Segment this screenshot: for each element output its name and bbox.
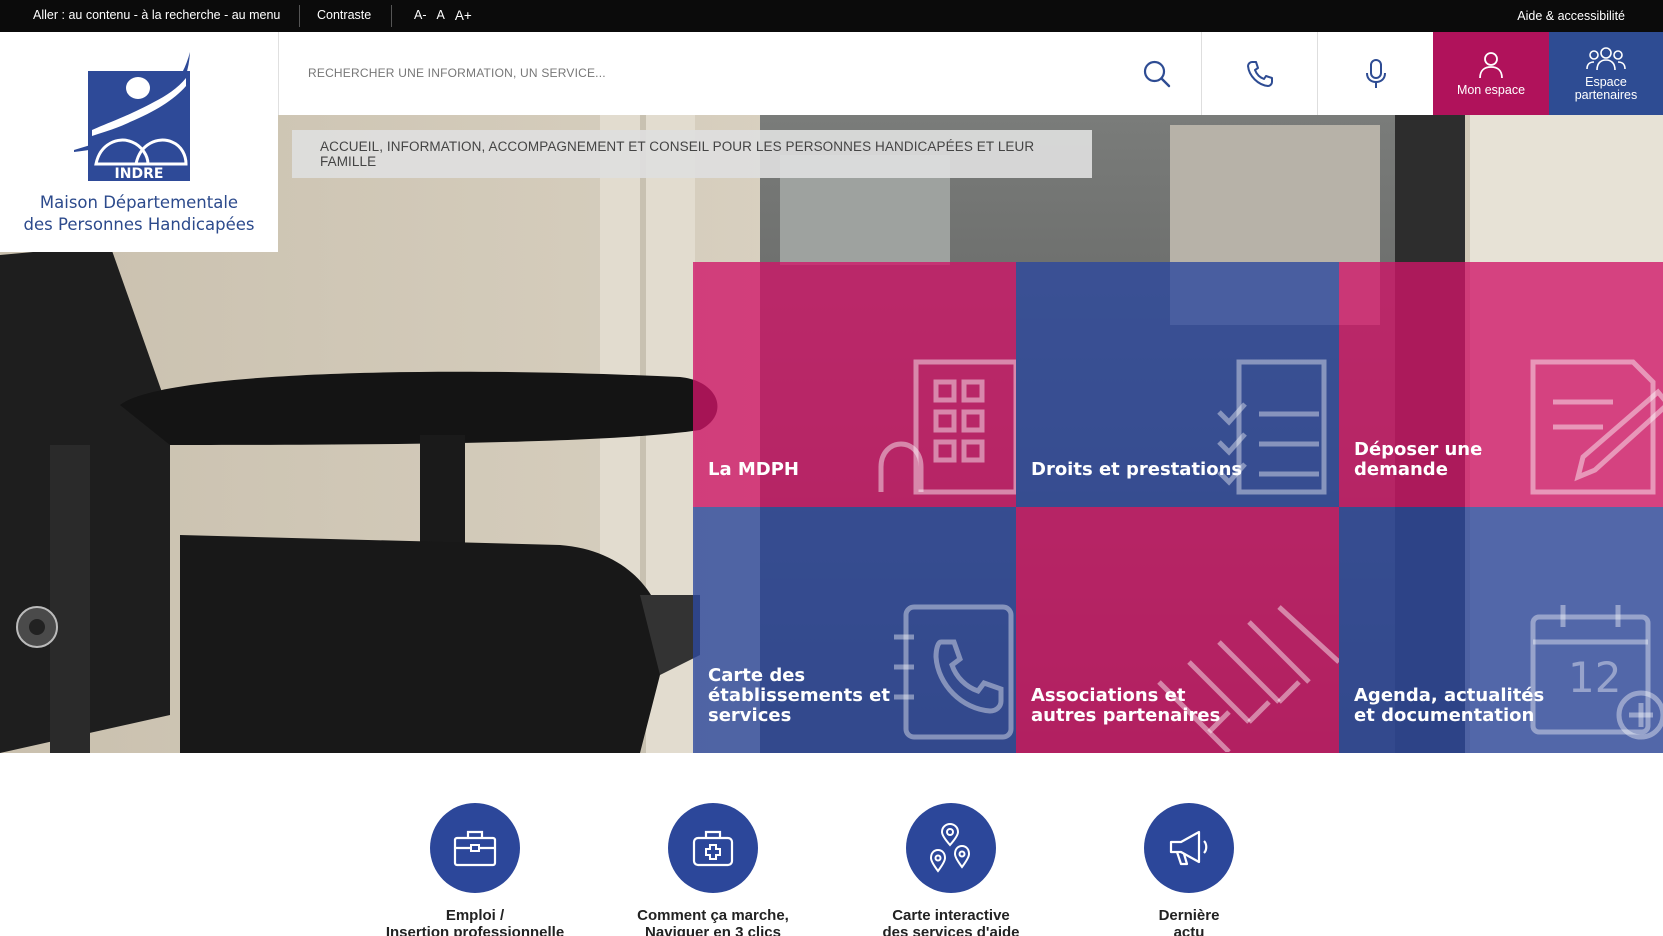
contrast-toggle[interactable]: Contraste [317, 8, 371, 22]
quicklink-label: Comment ça marche, Naviguer en 3 clics [603, 907, 823, 936]
skip-to-menu-link[interactable]: au menu [232, 8, 281, 22]
tile-label: Agenda, actualités et documentation [1354, 685, 1545, 726]
megaphone-icon [1169, 830, 1208, 866]
svg-text:12: 12 [1568, 653, 1621, 702]
microphone-icon [1365, 58, 1386, 88]
skip-links: Aller : au contenu - à la recherche - au… [33, 8, 280, 22]
quicklink-derniere-actu[interactable]: Dernière actu [1079, 803, 1299, 936]
site-tagline: ACCUEIL, INFORMATION, ACCOMPAGNEMENT ET … [292, 130, 1092, 178]
building-icon [878, 359, 1016, 495]
phone-book-icon [894, 604, 1014, 740]
search-input[interactable] [308, 62, 1068, 84]
partners-label-line-2: partenaires [1574, 87, 1638, 102]
quicklink-emploi[interactable]: Emploi / Insertion professionnelle [365, 803, 585, 936]
quicklink-circle [430, 803, 520, 893]
quicklink-label-line-1: Carte interactive [892, 907, 1010, 924]
quicklink-comment-ca-marche[interactable]: Comment ça marche, Naviguer en 3 clics [603, 803, 823, 936]
tile-agenda-actualites[interactable]: 12 Agenda, actualités et documentation [1339, 507, 1663, 753]
divider [391, 5, 392, 27]
tile-la-mdph[interactable]: La MDPH [693, 262, 1016, 507]
map-pins-icon [929, 823, 971, 873]
font-smaller-button[interactable]: A- [414, 8, 427, 23]
partners-label-line-1: Espace [1585, 74, 1627, 89]
logo-line-1: Maison Départementale [39, 193, 239, 212]
tile-deposer-demande[interactable]: Déposer une demande [1339, 262, 1663, 507]
skip-separator: - [130, 8, 142, 22]
quicklink-label-line-1: Dernière [1158, 907, 1220, 924]
quicklink-label-line-1: Emploi / [445, 907, 505, 924]
help-accessibility-link[interactable]: Aide & accessibilité [1517, 9, 1625, 23]
first-aid-kit-icon [692, 830, 734, 867]
logo-badge-text: INDRE [115, 166, 164, 182]
tile-label: Déposer une demande [1354, 439, 1483, 480]
main-navigation-tiles: La MDPH Droits et prestations Déposer un… [693, 262, 1663, 753]
quicklink-circle [668, 803, 758, 893]
partners-space-button[interactable]: Espace partenaires [1549, 32, 1663, 115]
my-space-button[interactable]: Mon espace [1433, 32, 1549, 115]
tile-label: Carte des établissements et services [708, 665, 890, 726]
font-normal-button[interactable]: A [437, 8, 445, 23]
search-button[interactable] [1137, 54, 1177, 94]
tile-label: La MDPH [708, 459, 799, 480]
quicklink-label: Carte interactive des services d'aide [841, 907, 1061, 936]
search-icon [1143, 60, 1171, 88]
quicklink-circle [906, 803, 996, 893]
skip-to-content-link[interactable]: au contenu [68, 8, 130, 22]
quicklink-circle [1144, 803, 1234, 893]
quicklink-label-line-1: Comment ça marche, [637, 907, 789, 924]
quicklink-label-line-2: des services d'aide [882, 924, 1020, 936]
logo-text: Maison Départementale des Personnes Hand… [0, 192, 278, 236]
quicklink-label: Emploi / Insertion professionnelle [365, 907, 585, 936]
tile-label: Associations et autres partenaires [1031, 685, 1221, 726]
tile-associations-partenaires[interactable]: Associations et autres partenaires [1016, 507, 1339, 753]
quicklink-label: Dernière actu [1079, 907, 1299, 936]
site-logo[interactable]: INDRE Maison Départementale des Personne… [0, 32, 278, 252]
mdph-logo-icon: INDRE [74, 52, 190, 182]
partners-label: Espace partenaires [1574, 74, 1638, 102]
document-pen-icon [1530, 359, 1663, 495]
quicklink-label-line-2: actu [1173, 924, 1205, 936]
phone-icon [1246, 60, 1273, 87]
users-group-icon [1586, 46, 1626, 70]
search-bar [278, 32, 1201, 115]
skip-separator: - [220, 8, 232, 22]
user-icon [1479, 51, 1503, 78]
voice-search-button[interactable] [1317, 32, 1433, 115]
divider [299, 5, 300, 27]
accessibility-bar: Aller : au contenu - à la recherche - au… [0, 0, 1663, 32]
quicklink-label-line-2: Insertion professionnelle [385, 924, 565, 936]
skip-to-search-link[interactable]: à la recherche [141, 8, 220, 22]
quick-links: Emploi / Insertion professionnelle Comme… [0, 753, 1663, 936]
tile-carte-etablissements[interactable]: Carte des établissements et services [693, 507, 1016, 753]
quicklink-carte-interactive[interactable]: Carte interactive des services d'aide [841, 803, 1061, 936]
logo-line-2: des Personnes Handicapées [23, 215, 255, 234]
skip-prefix: Aller : [33, 8, 69, 22]
tile-label: Droits et prestations [1031, 459, 1243, 480]
handshake-icon [1157, 605, 1339, 752]
tile-droits-prestations[interactable]: Droits et prestations [1016, 262, 1339, 507]
my-space-label: Mon espace [1456, 82, 1526, 97]
briefcase-icon [453, 830, 497, 867]
phone-button[interactable] [1201, 32, 1317, 115]
font-size-controls: A- A A+ [414, 8, 472, 23]
quicklink-label-line-2: Naviguer en 3 clics [645, 924, 781, 936]
font-larger-button[interactable]: A+ [455, 8, 472, 23]
